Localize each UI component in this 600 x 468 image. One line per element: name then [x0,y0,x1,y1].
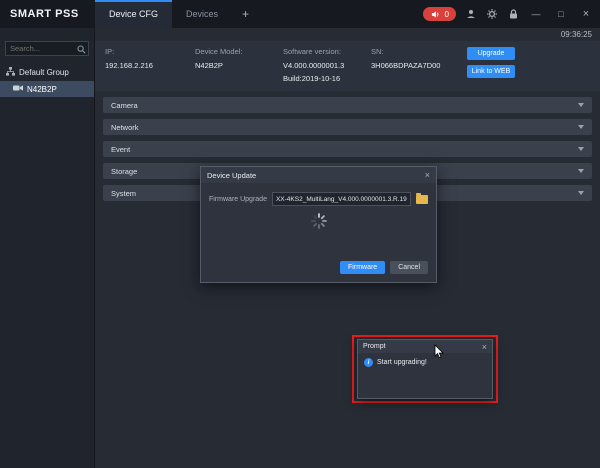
speaker-icon [430,8,442,20]
sidebar-item-default-group[interactable]: Default Group [0,64,94,81]
add-tab-button[interactable]: + [232,0,259,28]
loading-spinner-icon [311,213,327,234]
firmware-upgrade-label: Firmware Upgrade [209,196,267,203]
group-icon [6,67,15,78]
ip-label: IP: [105,47,195,56]
model-value: N42B2P [195,61,283,70]
close-button[interactable]: × [578,0,594,28]
sn-value: 3H066BDPAZA7D00 [371,61,467,70]
dialog-close-icon[interactable]: × [425,170,430,180]
tab-device-cfg-label: Device CFG [109,9,158,19]
section-camera[interactable]: Camera [103,97,592,113]
cancel-button[interactable]: Cancel [390,261,428,274]
device-info-panel: IP: 192.168.2.216 Device Model: N42B2P S… [95,41,600,91]
prompt-message: Start upgrading! [377,359,427,366]
section-event[interactable]: Event [103,141,592,157]
chevron-down-icon [578,191,584,195]
titlebar: SMART PSS Device CFG Devices + 0 [0,0,600,28]
link-to-web-button[interactable]: Link to WEB [467,65,515,78]
software-version-value: V4.000.0000001.3 [283,61,371,70]
tab-devices[interactable]: Devices [172,0,232,28]
tab-device-cfg[interactable]: Device CFG [95,0,172,28]
software-version-label: Software version: [283,47,371,56]
sidebar-item-device-n42b2p[interactable]: N42B2P [0,81,94,97]
prompt-dialog: Prompt × i Start upgrading! [357,339,493,399]
device-tree-sidebar: Default Group N42B2P [0,28,95,468]
device-update-dialog: Device Update × Firmware Upgrade [200,166,437,283]
device-label: N42B2P [27,85,57,94]
section-network-label: Network [111,123,139,132]
titlebar-right-cluster: 0 — □ × [423,0,600,28]
camera-device-icon [13,84,23,94]
model-label: Device Model: [195,47,283,56]
chevron-down-icon [578,169,584,173]
clock-time: 09:36:25 [561,30,592,39]
section-system-label: System [111,189,136,198]
upgrade-button[interactable]: Upgrade [467,47,515,60]
smartpss-window: SMART PSS Device CFG Devices + 0 [0,0,600,468]
ip-value: 192.168.2.216 [105,61,195,70]
prompt-title: Prompt [363,343,386,350]
chevron-down-icon [578,147,584,151]
gear-icon[interactable] [486,8,498,20]
section-network[interactable]: Network [103,119,592,135]
firmware-file-input[interactable] [272,192,411,206]
sn-label: SN: [371,47,467,56]
prompt-close-icon[interactable]: × [482,342,487,352]
info-icon: i [364,358,373,367]
alarm-counter[interactable]: 0 [423,7,456,21]
search-box [5,38,89,56]
user-icon[interactable] [465,8,477,20]
section-storage-label: Storage [111,167,137,176]
lock-icon[interactable] [507,8,519,20]
folder-browse-icon[interactable] [416,195,428,204]
tab-devices-label: Devices [186,9,218,19]
firmware-button[interactable]: Firmware [340,261,385,274]
search-icon[interactable] [77,41,86,59]
chevron-down-icon [578,103,584,107]
build-value: Build:2019-10-16 [283,74,371,83]
group-label: Default Group [19,68,69,77]
minimize-button[interactable]: — [528,0,544,28]
section-event-label: Event [111,145,130,154]
prompt-dialog-titlebar: Prompt × [358,340,492,353]
device-update-dialog-titlebar: Device Update × [201,167,436,183]
device-update-dialog-title: Device Update [207,171,256,180]
maximize-button[interactable]: □ [553,0,569,28]
mouse-cursor-icon [434,344,445,364]
section-camera-label: Camera [111,101,138,110]
app-logo: SMART PSS [0,0,95,28]
chevron-down-icon [578,125,584,129]
alarm-count: 0 [445,10,449,19]
